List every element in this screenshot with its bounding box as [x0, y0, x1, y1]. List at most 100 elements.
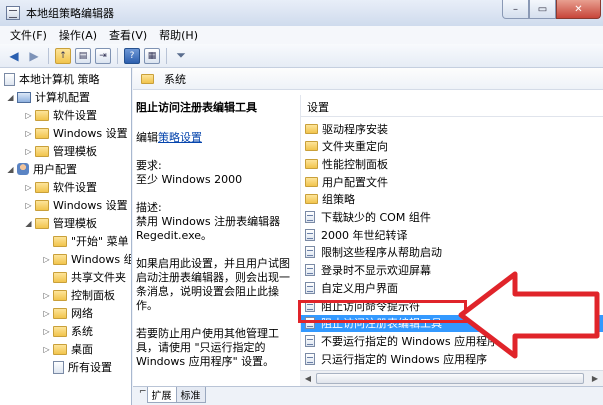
- expand-icon[interactable]: ▷: [42, 291, 51, 300]
- scrollbar-thumb[interactable]: [316, 373, 584, 384]
- navigation-tree: 本地计算机 策略 ◢ 计算机配置 ▷ 软件设置 ▷ Windows 设置 ▷ 管…: [0, 68, 132, 405]
- list-item[interactable]: 用户配置文件: [301, 173, 603, 190]
- folder-icon: [53, 289, 67, 301]
- tree-item-all-settings[interactable]: 所有设置: [42, 358, 112, 376]
- expand-icon[interactable]: ▷: [24, 201, 33, 210]
- folder-icon: [35, 199, 49, 211]
- menu-view[interactable]: 查看(V): [103, 27, 153, 43]
- list-item-label: 驱动程序安装: [322, 122, 388, 136]
- tree-item-start-menu[interactable]: "开始" 菜单: [42, 232, 129, 250]
- folder-icon: [35, 127, 49, 139]
- toolbar-separator: [166, 47, 167, 64]
- folder-icon: [141, 73, 154, 84]
- pointer-arrow: [458, 271, 600, 359]
- expand-icon[interactable]: ▷: [24, 183, 33, 192]
- tree-item-user-config[interactable]: ◢ 用户配置: [6, 160, 77, 178]
- expand-icon[interactable]: ▷: [24, 111, 33, 120]
- folder-icon: [305, 176, 318, 187]
- title-bar[interactable]: 本地组策略编辑器 – ▭ ✕: [0, 0, 603, 26]
- tab-standard[interactable]: 标准: [175, 387, 206, 403]
- expand-icon[interactable]: [42, 237, 51, 246]
- list-item[interactable]: 文件夹重定向: [301, 138, 603, 155]
- edit-line: 编辑策略设置: [136, 131, 202, 144]
- tab-corner-icon: ⌐: [139, 387, 147, 397]
- breadcrumb: 系统: [133, 68, 603, 90]
- help-icon[interactable]: ?: [124, 47, 140, 64]
- tree-item-windows-settings[interactable]: ▷ Windows 设置: [24, 124, 127, 142]
- expand-icon[interactable]: [42, 273, 51, 282]
- list-item-label: 组策略: [322, 193, 355, 207]
- tree-item-windows-components[interactable]: ▷ Windows 组件: [42, 250, 131, 268]
- export-icon[interactable]: ⇥: [95, 47, 111, 64]
- properties-icon[interactable]: ▦: [144, 47, 160, 64]
- tree-item-network[interactable]: ▷ 网络: [42, 304, 93, 322]
- expand-icon[interactable]: ▷: [24, 129, 33, 138]
- filter-icon[interactable]: ⏷: [173, 48, 189, 64]
- description-para2: 若要防止用户使用其他管理工具，请使用 "只运行指定的 Windows 应用程序"…: [136, 327, 279, 368]
- tree-item-control-panel[interactable]: ▷ 控制面板: [42, 286, 115, 304]
- tree-item-computer-config[interactable]: ◢ 计算机配置: [6, 88, 90, 106]
- forward-icon[interactable]: ▶: [26, 48, 42, 64]
- list-item[interactable]: 驱动程序安装: [301, 120, 603, 137]
- tree-item-shared-folders[interactable]: 共享文件夹: [42, 268, 126, 286]
- all-settings-icon: [53, 360, 64, 374]
- collapse-icon[interactable]: ◢: [6, 93, 15, 102]
- list-item[interactable]: 限制这些程序从帮助启动: [301, 244, 603, 261]
- list-item-label: 下载缺少的 COM 组件: [321, 211, 431, 224]
- expand-icon[interactable]: ▷: [24, 147, 33, 156]
- toolbar-separator: [48, 47, 49, 64]
- expand-icon[interactable]: ▷: [42, 327, 51, 336]
- menu-file[interactable]: 文件(F): [4, 27, 53, 43]
- show-pane-icon[interactable]: ▤: [75, 47, 91, 64]
- tree-item-user-admin-templates[interactable]: ◢ 管理模板: [24, 214, 97, 232]
- tree-item-software-settings[interactable]: ▷ 软件设置: [24, 106, 97, 124]
- policy-icon: [4, 72, 15, 86]
- tree-item-desktop[interactable]: ▷ 桌面: [42, 340, 93, 358]
- list-item[interactable]: 组策略: [301, 191, 603, 208]
- edit-policy-link[interactable]: 策略设置: [158, 131, 202, 144]
- column-header-setting[interactable]: 设置: [301, 97, 603, 117]
- menu-help[interactable]: 帮助(H): [153, 27, 204, 43]
- policy-setting-icon: [305, 246, 315, 259]
- folder-icon: [53, 325, 67, 337]
- menu-action[interactable]: 操作(A): [53, 27, 103, 43]
- folder-icon: [305, 158, 318, 169]
- collapse-icon[interactable]: ◢: [6, 165, 15, 174]
- scroll-right-icon[interactable]: ▶: [588, 372, 602, 385]
- menu-bar: 文件(F) 操作(A) 查看(V) 帮助(H): [0, 26, 603, 44]
- back-icon[interactable]: ◀: [6, 48, 22, 64]
- computer-icon: [17, 91, 31, 103]
- policy-setting-icon: [305, 264, 315, 277]
- tree-item-local-policy[interactable]: 本地计算机 策略: [4, 70, 100, 88]
- up-folder-icon[interactable]: ↑: [55, 47, 71, 64]
- tree-item-user-windows-settings[interactable]: ▷ Windows 设置: [24, 196, 127, 214]
- tree-item-user-software-settings[interactable]: ▷ 软件设置: [24, 178, 97, 196]
- tree-item-admin-templates[interactable]: ▷ 管理模板: [24, 142, 97, 160]
- close-button[interactable]: ✕: [556, 0, 601, 19]
- policy-setting-icon: [305, 211, 315, 223]
- list-item-label: 限制这些程序从帮助启动: [321, 246, 442, 260]
- policy-description: 阻止访问注册表编辑工具 编辑策略设置 要求: 至少 Windows 2000 描述…: [136, 101, 298, 383]
- tab-extended[interactable]: 扩展: [146, 387, 177, 403]
- list-item[interactable]: 2000 年世纪转译: [301, 226, 603, 243]
- window-title: 本地组策略编辑器: [26, 7, 114, 20]
- list-item-label: 2000 年世纪转译: [321, 228, 408, 242]
- collapse-icon[interactable]: ◢: [24, 219, 33, 228]
- list-item-label: 自定义用户界面: [321, 281, 398, 295]
- horizontal-scrollbar[interactable]: ◀ ▶: [300, 370, 603, 386]
- list-item[interactable]: 性能控制面板: [301, 155, 603, 172]
- minimize-button[interactable]: –: [502, 0, 529, 19]
- list-item-label: 文件夹重定向: [322, 140, 388, 154]
- tree-item-system[interactable]: ▷ 系统: [42, 322, 93, 340]
- expand-icon[interactable]: [42, 363, 51, 372]
- folder-icon: [53, 235, 67, 247]
- expand-icon[interactable]: ▷: [42, 345, 51, 354]
- expand-icon[interactable]: ▷: [42, 255, 51, 264]
- scroll-left-icon[interactable]: ◀: [301, 372, 315, 385]
- folder-icon: [53, 307, 67, 319]
- maximize-button[interactable]: ▭: [529, 0, 556, 19]
- expand-icon[interactable]: ▷: [42, 309, 51, 318]
- list-item[interactable]: 下载缺少的 COM 组件: [301, 209, 603, 226]
- list-item-label: 登录时不显示欢迎屏幕: [321, 264, 431, 278]
- policy-setting-icon: [305, 334, 315, 347]
